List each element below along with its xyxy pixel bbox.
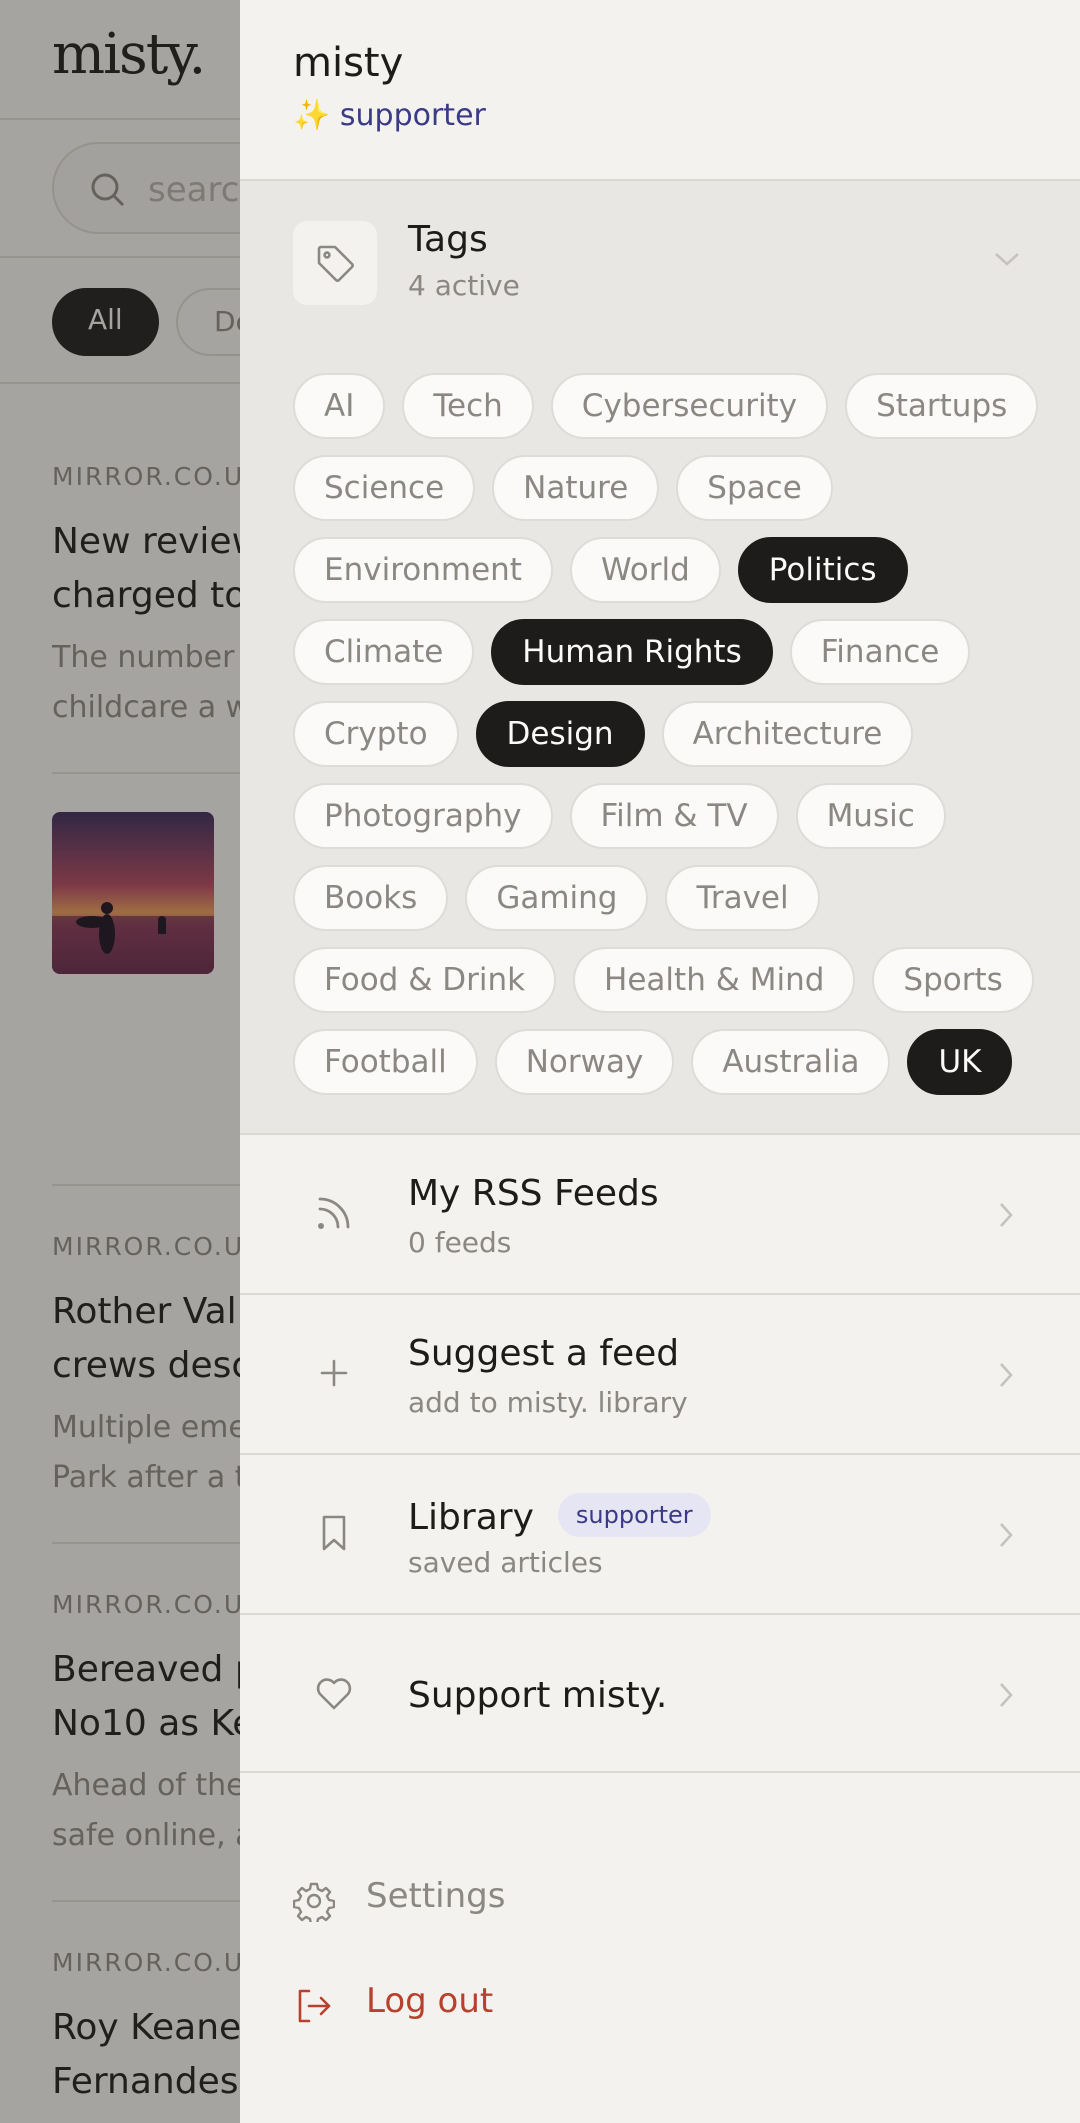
- tags-icon-box: [293, 221, 377, 305]
- supporter-badge: supporter: [557, 1493, 711, 1537]
- tag-chip-tech[interactable]: Tech: [402, 373, 534, 439]
- menu-rss-feeds[interactable]: My RSS Feeds 0 feeds: [240, 1135, 1080, 1295]
- logout-icon: [298, 1989, 331, 2023]
- tag-chip-architecture[interactable]: Architecture: [661, 701, 914, 767]
- tag-chip-health-mind[interactable]: Health & Mind: [573, 947, 856, 1013]
- tag-chip-startups[interactable]: Startups: [845, 373, 1039, 439]
- tag-chip-australia[interactable]: Australia: [691, 1029, 891, 1095]
- tag-chip-gaming[interactable]: Gaming: [465, 865, 649, 931]
- tag-chip-books[interactable]: Books: [293, 865, 449, 931]
- chevron-right-icon: [1000, 1363, 1013, 1387]
- menu-subtitle: saved articles: [408, 1546, 603, 1579]
- tag-chip-politics[interactable]: Politics: [737, 537, 908, 603]
- tag-chip-norway[interactable]: Norway: [494, 1029, 675, 1095]
- logout-label: Log out: [366, 1981, 494, 2021]
- tags-title[interactable]: Tags: [408, 219, 488, 260]
- menu-title: My RSS Feeds: [408, 1173, 659, 1214]
- bookmark-icon: [322, 1515, 346, 1551]
- menu-support[interactable]: Support misty.: [240, 1615, 1080, 1773]
- menu-title: Library supporter: [408, 1493, 711, 1538]
- tag-chip-climate[interactable]: Climate: [293, 619, 475, 685]
- tag-chip-football[interactable]: Football: [293, 1029, 478, 1095]
- drawer-scrim[interactable]: [0, 0, 240, 2123]
- tag-chip-photography[interactable]: Photography: [293, 783, 553, 849]
- plus-icon: [320, 1359, 348, 1387]
- tag-chip-crypto[interactable]: Crypto: [293, 701, 459, 767]
- tag-chip-sports[interactable]: Sports: [872, 947, 1034, 1013]
- menu-suggest-feed[interactable]: Suggest a feed add to misty. library: [240, 1295, 1080, 1455]
- supporter-status: ✨ supporter: [293, 98, 486, 133]
- tags-active-count: 4 active: [408, 269, 520, 302]
- chevron-right-icon: [1000, 1203, 1013, 1227]
- tag-chip-space[interactable]: Space: [676, 455, 833, 521]
- tag-chip-travel[interactable]: Travel: [665, 865, 820, 931]
- tag-chip-uk[interactable]: UK: [907, 1029, 1013, 1095]
- menu-subtitle: 0 feeds: [408, 1226, 512, 1259]
- tag-chip-film-tv[interactable]: Film & TV: [569, 783, 779, 849]
- settings-label: Settings: [366, 1876, 506, 1916]
- tag-chip-food-drink[interactable]: Food & Drink: [293, 947, 557, 1013]
- gear-icon: [293, 1882, 335, 1922]
- tags-section: Tags 4 active AI Tech Cybersecurity Startup…: [240, 181, 1080, 1135]
- side-drawer: misty ✨ supporter Tags 4 active AI Tech Cy…: [240, 0, 1080, 2123]
- tag-chip-human-rights[interactable]: Human Rights: [491, 619, 773, 685]
- tag-chip-world[interactable]: World: [569, 537, 721, 603]
- tag-chip-environment[interactable]: Environment: [293, 537, 553, 603]
- tag-chip-music[interactable]: Music: [795, 783, 946, 849]
- tag-icon: [317, 245, 354, 282]
- menu-title: Support misty.: [408, 1675, 668, 1716]
- tag-chip-nature[interactable]: Nature: [492, 455, 660, 521]
- tag-chip-list: AI Tech Cybersecurity Startups Science Nature…: [293, 373, 1053, 1095]
- chevron-right-icon: [1000, 1523, 1013, 1547]
- heart-icon: [316, 1678, 352, 1710]
- tag-chip-finance[interactable]: Finance: [789, 619, 971, 685]
- tag-chip-cybersecurity[interactable]: Cybersecurity: [550, 373, 829, 439]
- drawer-header: misty ✨ supporter: [240, 0, 1080, 181]
- rss-icon: [318, 1197, 350, 1230]
- menu-title: Suggest a feed: [408, 1333, 680, 1374]
- tag-chip-design[interactable]: Design: [475, 701, 645, 767]
- menu-subtitle: add to misty. library: [408, 1386, 688, 1419]
- tag-chip-science[interactable]: Science: [293, 455, 476, 521]
- user-name: misty: [293, 40, 404, 86]
- chevron-down-icon[interactable]: [992, 249, 1022, 269]
- tag-chip-ai[interactable]: AI: [293, 373, 386, 439]
- chevron-right-icon: [1000, 1683, 1013, 1707]
- menu-library[interactable]: Library supporter saved articles: [240, 1455, 1080, 1615]
